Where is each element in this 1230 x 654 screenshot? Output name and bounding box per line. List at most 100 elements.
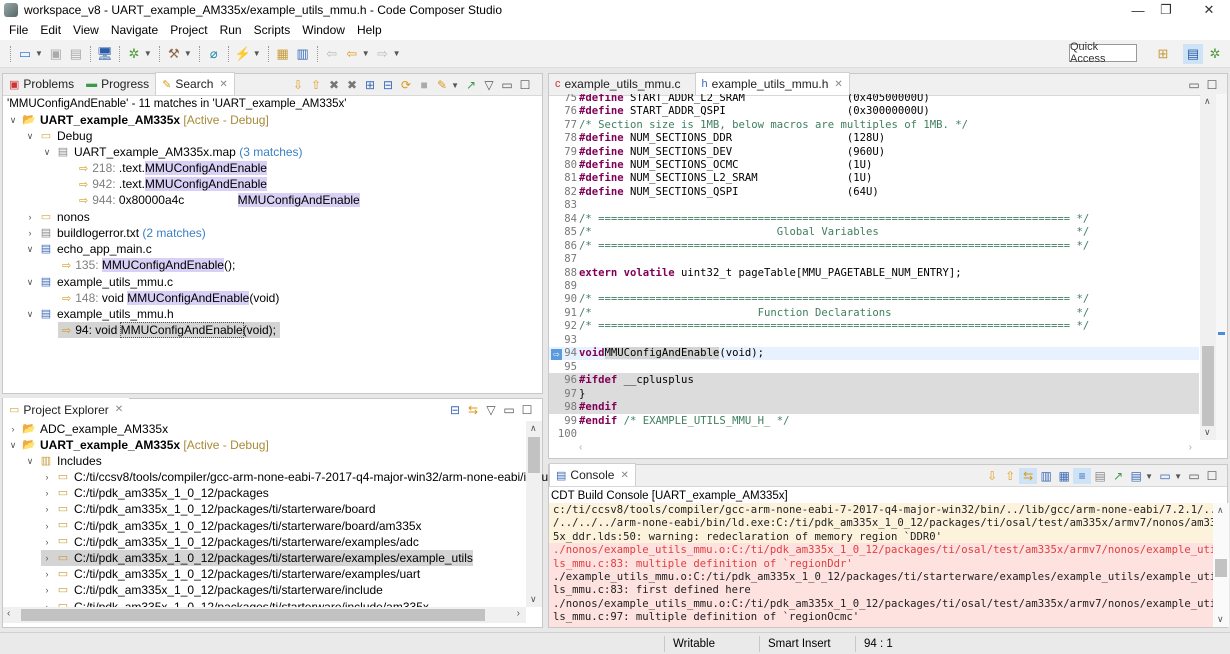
code-line[interactable]: 99 #endif /* EXAMPLE_UTILS_MMU_H_ */ bbox=[549, 414, 1199, 427]
minimize-view-icon[interactable]: ▭ bbox=[1185, 468, 1203, 484]
collapse-chevron-icon[interactable]: › bbox=[41, 521, 53, 531]
close-tab-icon[interactable]: ✕ bbox=[620, 470, 628, 481]
tab-progress[interactable]: ▬ Progress bbox=[80, 73, 155, 95]
link-with-editor-icon[interactable]: ⇆ bbox=[1019, 468, 1038, 484]
project-explorer-hscrollbar[interactable]: ‹ › bbox=[3, 607, 526, 623]
search-match-row[interactable]: ⇨ 942: .text. MMUConfigAndEnable bbox=[79, 176, 267, 192]
next-problem-icon[interactable]: ⇩ bbox=[983, 468, 1001, 484]
code-line[interactable]: 79 #define NUM_SECTIONS_DEV (960U) bbox=[549, 145, 1199, 158]
menu-navigate[interactable]: Navigate bbox=[105, 23, 164, 37]
collapse-chevron-icon[interactable]: › bbox=[41, 585, 53, 595]
new-dropdown-icon[interactable]: ▼ bbox=[35, 49, 43, 58]
code-line[interactable]: 92/* ===================================… bbox=[549, 320, 1199, 333]
maximize-view-icon[interactable]: ☐ bbox=[518, 402, 536, 418]
scroll-up-icon[interactable]: ∧ bbox=[1217, 505, 1224, 516]
search-tree-echo-file[interactable]: ∨ ▤ echo_app_main.c bbox=[24, 241, 152, 257]
include-path-item[interactable]: › ▭ C:/ti/pdk_am335x_1_0_12/packages bbox=[41, 485, 269, 501]
ccs-debug-perspective-icon[interactable]: ✲ bbox=[1205, 44, 1225, 64]
scroll-thumb[interactable] bbox=[528, 437, 540, 473]
ruler-marker[interactable] bbox=[1218, 332, 1225, 335]
code-line[interactable]: 97} bbox=[549, 386, 1199, 401]
open-perspective-icon[interactable]: ⊞ bbox=[1153, 44, 1173, 64]
include-path-item[interactable]: › ▭ C:/ti/pdk_am335x_1_0_12/packages/ti/st… bbox=[41, 534, 419, 550]
previous-match-icon[interactable]: ⇧ bbox=[307, 77, 325, 93]
build-hammer-icon[interactable]: ⚒ bbox=[165, 45, 183, 63]
search-tree-mmu-c-file[interactable]: ∨ ▤ example_utils_mmu.c bbox=[24, 274, 173, 290]
restore-button[interactable]: ❐ bbox=[1143, 0, 1189, 20]
code-line[interactable]: 100 bbox=[549, 427, 1199, 440]
scroll-left-icon[interactable]: ‹ bbox=[7, 608, 10, 619]
view-menu-icon[interactable]: ▽ bbox=[480, 77, 498, 93]
search-result-marker-icon[interactable]: ⇨ bbox=[551, 349, 562, 360]
code-line[interactable]: 91/* Function Declarations */ bbox=[549, 306, 1199, 319]
maximize-view-icon[interactable]: ☐ bbox=[1203, 77, 1221, 93]
close-tab-icon[interactable]: ✕ bbox=[219, 79, 227, 90]
back-icon[interactable]: ⇦ bbox=[343, 45, 361, 63]
collapse-chevron-icon[interactable]: › bbox=[41, 553, 53, 563]
maximize-view-icon[interactable]: ☐ bbox=[1203, 468, 1221, 484]
menu-project[interactable]: Project bbox=[164, 23, 213, 37]
collapse-chevron-icon[interactable]: › bbox=[41, 472, 53, 482]
expand-chevron-icon[interactable]: ∨ bbox=[24, 277, 36, 288]
project-adc[interactable]: › 📂 ADC_example_AM335x bbox=[7, 421, 169, 437]
tab-example-utils-mmu-h[interactable]: h example_utils_mmu.h ✕ bbox=[694, 72, 850, 95]
menu-window[interactable]: Window bbox=[296, 23, 351, 37]
flash-icon[interactable]: ⚡ bbox=[234, 45, 252, 63]
code-editor[interactable]: 75 #define START_ADDR_L2_SRAM (0x40500000… bbox=[549, 94, 1199, 444]
code-line[interactable]: 94 void MMUConfigAndEnable (void); bbox=[549, 346, 1199, 360]
menu-view[interactable]: View bbox=[67, 23, 105, 37]
show-console-icon[interactable]: ≡ bbox=[1073, 468, 1092, 484]
search-match-row[interactable]: ⇨ 218: .text. MMUConfigAndEnable bbox=[79, 160, 267, 176]
clear-console-icon[interactable]: ▤ bbox=[1091, 468, 1109, 484]
menu-edit[interactable]: Edit bbox=[34, 23, 67, 37]
scroll-thumb[interactable] bbox=[1202, 346, 1214, 426]
close-tab-icon[interactable]: ✕ bbox=[115, 404, 123, 415]
minimize-view-icon[interactable]: ▭ bbox=[498, 77, 516, 93]
code-line[interactable]: 86/* ===================================… bbox=[549, 239, 1199, 252]
code-line[interactable]: 75 #define START_ADDR_L2_SRAM (0x40500000… bbox=[549, 94, 1199, 104]
open-resource-icon[interactable]: ▥ bbox=[294, 45, 312, 63]
include-path-item[interactable]: › ▭ C:/ti/pdk_am335x_1_0_12/packages/ti/st… bbox=[41, 550, 473, 566]
include-path-item[interactable]: › ▭ C:/ti/pdk_am335x_1_0_12/packages/ti/st… bbox=[41, 566, 421, 582]
display-dropdown-icon[interactable]: ▼ bbox=[1145, 472, 1153, 481]
view-menu-icon[interactable]: ▽ bbox=[482, 402, 500, 418]
code-line[interactable]: 93 bbox=[549, 333, 1199, 346]
code-line[interactable]: 76 #define START_ADDR_QSPI (0x30000000U) bbox=[549, 104, 1199, 117]
minimize-view-icon[interactable]: ▭ bbox=[1185, 77, 1203, 93]
history-dropdown-icon[interactable]: ▼ bbox=[451, 81, 459, 90]
editor-vscrollbar[interactable]: ∧ ∨ bbox=[1200, 94, 1216, 440]
code-line[interactable]: 89 bbox=[549, 279, 1199, 292]
search-match-row[interactable]: ⇨ 944: 0x80000a4c MMUConfigAndEnable bbox=[79, 192, 360, 208]
editor-hscrollbar[interactable]: ‹ › bbox=[549, 440, 1200, 458]
code-line[interactable]: 82 #define NUM_SECTIONS_QSPI (64U) bbox=[549, 185, 1199, 198]
scroll-down-icon[interactable]: ∨ bbox=[530, 594, 537, 605]
word-wrap-icon[interactable]: ▦ bbox=[1055, 468, 1073, 484]
menu-run[interactable]: Run bbox=[214, 23, 248, 37]
build-dropdown-icon[interactable]: ▼ bbox=[184, 49, 192, 58]
scroll-up-icon[interactable]: ∧ bbox=[530, 423, 537, 434]
debug-dropdown-icon[interactable]: ▼ bbox=[144, 49, 152, 58]
forward-icon[interactable]: ⇨ bbox=[374, 45, 392, 63]
back-dropdown-icon[interactable]: ▼ bbox=[362, 49, 370, 58]
menu-file[interactable]: File bbox=[3, 23, 34, 37]
collapse-chevron-icon[interactable]: › bbox=[24, 212, 36, 222]
hscroll-thumb[interactable] bbox=[21, 609, 485, 621]
close-button[interactable]: ✕ bbox=[1186, 0, 1230, 20]
tab-project-explorer[interactable]: ▭ Project Explorer ✕ bbox=[3, 398, 130, 421]
remove-all-matches-icon[interactable]: ✖ bbox=[343, 77, 361, 93]
ccs-edit-perspective-icon[interactable]: ▤ bbox=[1183, 44, 1203, 64]
menu-help[interactable]: Help bbox=[351, 23, 388, 37]
collapse-chevron-icon[interactable]: › bbox=[41, 488, 53, 498]
expand-chevron-icon[interactable]: ∨ bbox=[41, 147, 53, 158]
search-tree-debug-folder[interactable]: ∨ ▭ Debug bbox=[24, 128, 93, 144]
overview-ruler[interactable] bbox=[1216, 94, 1227, 440]
forward-dropdown-icon[interactable]: ▼ bbox=[393, 49, 401, 58]
previous-problem-icon[interactable]: ⇧ bbox=[1001, 468, 1019, 484]
remove-match-icon[interactable]: ✖ bbox=[325, 77, 343, 93]
code-line[interactable]: 98 #endif bbox=[549, 400, 1199, 414]
collapse-chevron-icon[interactable]: › bbox=[41, 504, 53, 514]
next-match-icon[interactable]: ⇩ bbox=[289, 77, 307, 93]
code-line[interactable]: 80 #define NUM_SECTIONS_OCMC (1U) bbox=[549, 158, 1199, 171]
search-match-row[interactable]: ⇨ 135: MMUConfigAndEnable (); bbox=[62, 257, 235, 273]
scroll-up-icon[interactable]: ∧ bbox=[1204, 96, 1211, 107]
